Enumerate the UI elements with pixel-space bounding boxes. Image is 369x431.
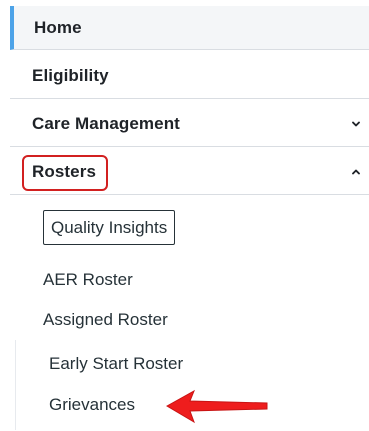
sidebar-item-rosters[interactable]: Rosters (10, 150, 369, 195)
submenu-item-aer-roster[interactable]: AER Roster (43, 270, 133, 290)
chevron-down-icon (352, 121, 360, 127)
sidebar-item-label: Care Management (32, 114, 180, 133)
chevron-up-icon (352, 169, 360, 175)
sidebar-navigation: Home Eligibility Care Management Rosters… (10, 6, 369, 346)
submenu-item-label: Quality Insights (51, 218, 168, 237)
sidebar-item-label: Eligibility (32, 66, 109, 85)
submenu-item-label: Early Start Roster (49, 354, 184, 373)
submenu-item-label: Assigned Roster (43, 310, 168, 329)
submenu-item-quality-insights[interactable]: Quality Insights (43, 210, 176, 245)
submenu-item-label: Grievances (49, 395, 135, 414)
submenu-item-grievances[interactable]: Grievances (49, 395, 135, 415)
sidebar-item-home[interactable]: Home (10, 6, 369, 50)
submenu-item-assigned-roster[interactable]: Assigned Roster (43, 310, 168, 330)
red-arrow-icon (165, 389, 268, 424)
sidebar-item-care-management[interactable]: Care Management (10, 102, 369, 147)
sidebar-item-label: Home (34, 18, 82, 37)
sidebar-item-label: Rosters (32, 162, 97, 181)
submenu-item-early-start-roster[interactable]: Early Start Roster (49, 354, 183, 374)
sidebar-item-eligibility[interactable]: Eligibility (10, 54, 369, 99)
submenu-item-label: AER Roster (43, 270, 133, 289)
